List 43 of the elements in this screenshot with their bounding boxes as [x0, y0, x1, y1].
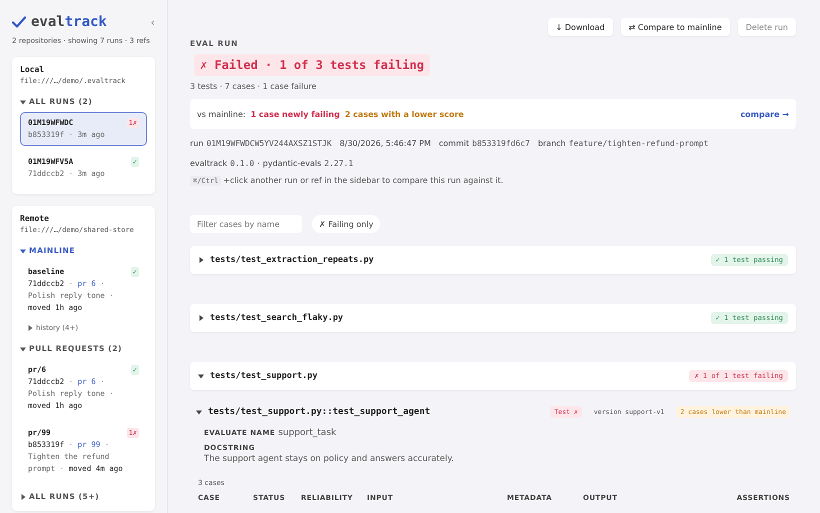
toolbar-button[interactable]: ⇄ Compare to mainline — [620, 18, 730, 36]
meta-label: branch — [538, 138, 566, 148]
caret-right-icon[interactable] — [20, 494, 26, 500]
meta-value: b853319fd6c7 — [472, 138, 530, 148]
meta-label: evaltrack — [190, 158, 228, 168]
filter-field[interactable]: Filter cases by name — [190, 215, 302, 233]
file-name: tests/test_support.py — [210, 371, 318, 381]
delete-run-button[interactable]: Delete run — [738, 18, 796, 36]
meta-label: pydantic-evals — [262, 158, 322, 168]
caret-down-icon[interactable] — [20, 248, 26, 254]
test-name: tests/test_support.py::test_support_agent — [208, 407, 430, 417]
docstring-text: The support agent stays on policy and answers accurately. — [204, 454, 455, 464]
file-name: tests/test_extraction_repeats.py — [210, 255, 374, 265]
compare-link[interactable]: compare → — [740, 110, 789, 118]
meta-value: 0.1.0 — [230, 158, 254, 168]
caret-down-icon[interactable] — [20, 346, 26, 352]
meta-value: 2.27.1 — [324, 158, 354, 168]
caret-down-icon[interactable] — [196, 409, 202, 415]
comparison-label: vs mainline: — [197, 110, 246, 118]
app-logo: evaltrack — [31, 14, 107, 30]
meta-label: run — [190, 138, 204, 148]
repository-name: Remote — [20, 214, 50, 223]
caret-right-icon[interactable] — [27, 325, 33, 331]
field-value: support_task — [278, 428, 336, 438]
caret-right-icon[interactable] — [198, 315, 204, 321]
caret-down-icon[interactable] — [20, 98, 26, 104]
caret-down-icon[interactable] — [198, 373, 204, 379]
repository-name: Local — [20, 65, 46, 74]
comparison-result: 1 case newly failing — [250, 110, 340, 118]
caret-right-icon[interactable] — [198, 257, 204, 263]
hint-text: +click another run or ref in the sidebar to compare this run against it. — [223, 176, 504, 185]
failing-only-toggle[interactable]: ✗ Failing only — [312, 215, 380, 233]
run-stats: 3 tests · 7 cases · 1 case failure — [190, 82, 318, 91]
meta-label: 8/30/2026, 5:46:47 PM — [340, 138, 431, 148]
meta-label: · — [257, 158, 260, 168]
meta-label: commit — [438, 138, 470, 148]
meta-value: feature/tighten-refund-prompt — [568, 138, 708, 148]
meta-value: 01M19WFWDCW5YV244AXSZ1STJK — [206, 138, 332, 148]
checkmark-logo-icon — [12, 16, 26, 28]
run-status-banner: ✗ Failed · 1 of 3 tests failing — [194, 54, 430, 76]
toolbar-button[interactable]: ↓ Download — [548, 18, 613, 36]
comparison-result: 2 cases with a lower score — [344, 110, 464, 118]
file-name: tests/test_search_flaky.py — [210, 313, 344, 323]
